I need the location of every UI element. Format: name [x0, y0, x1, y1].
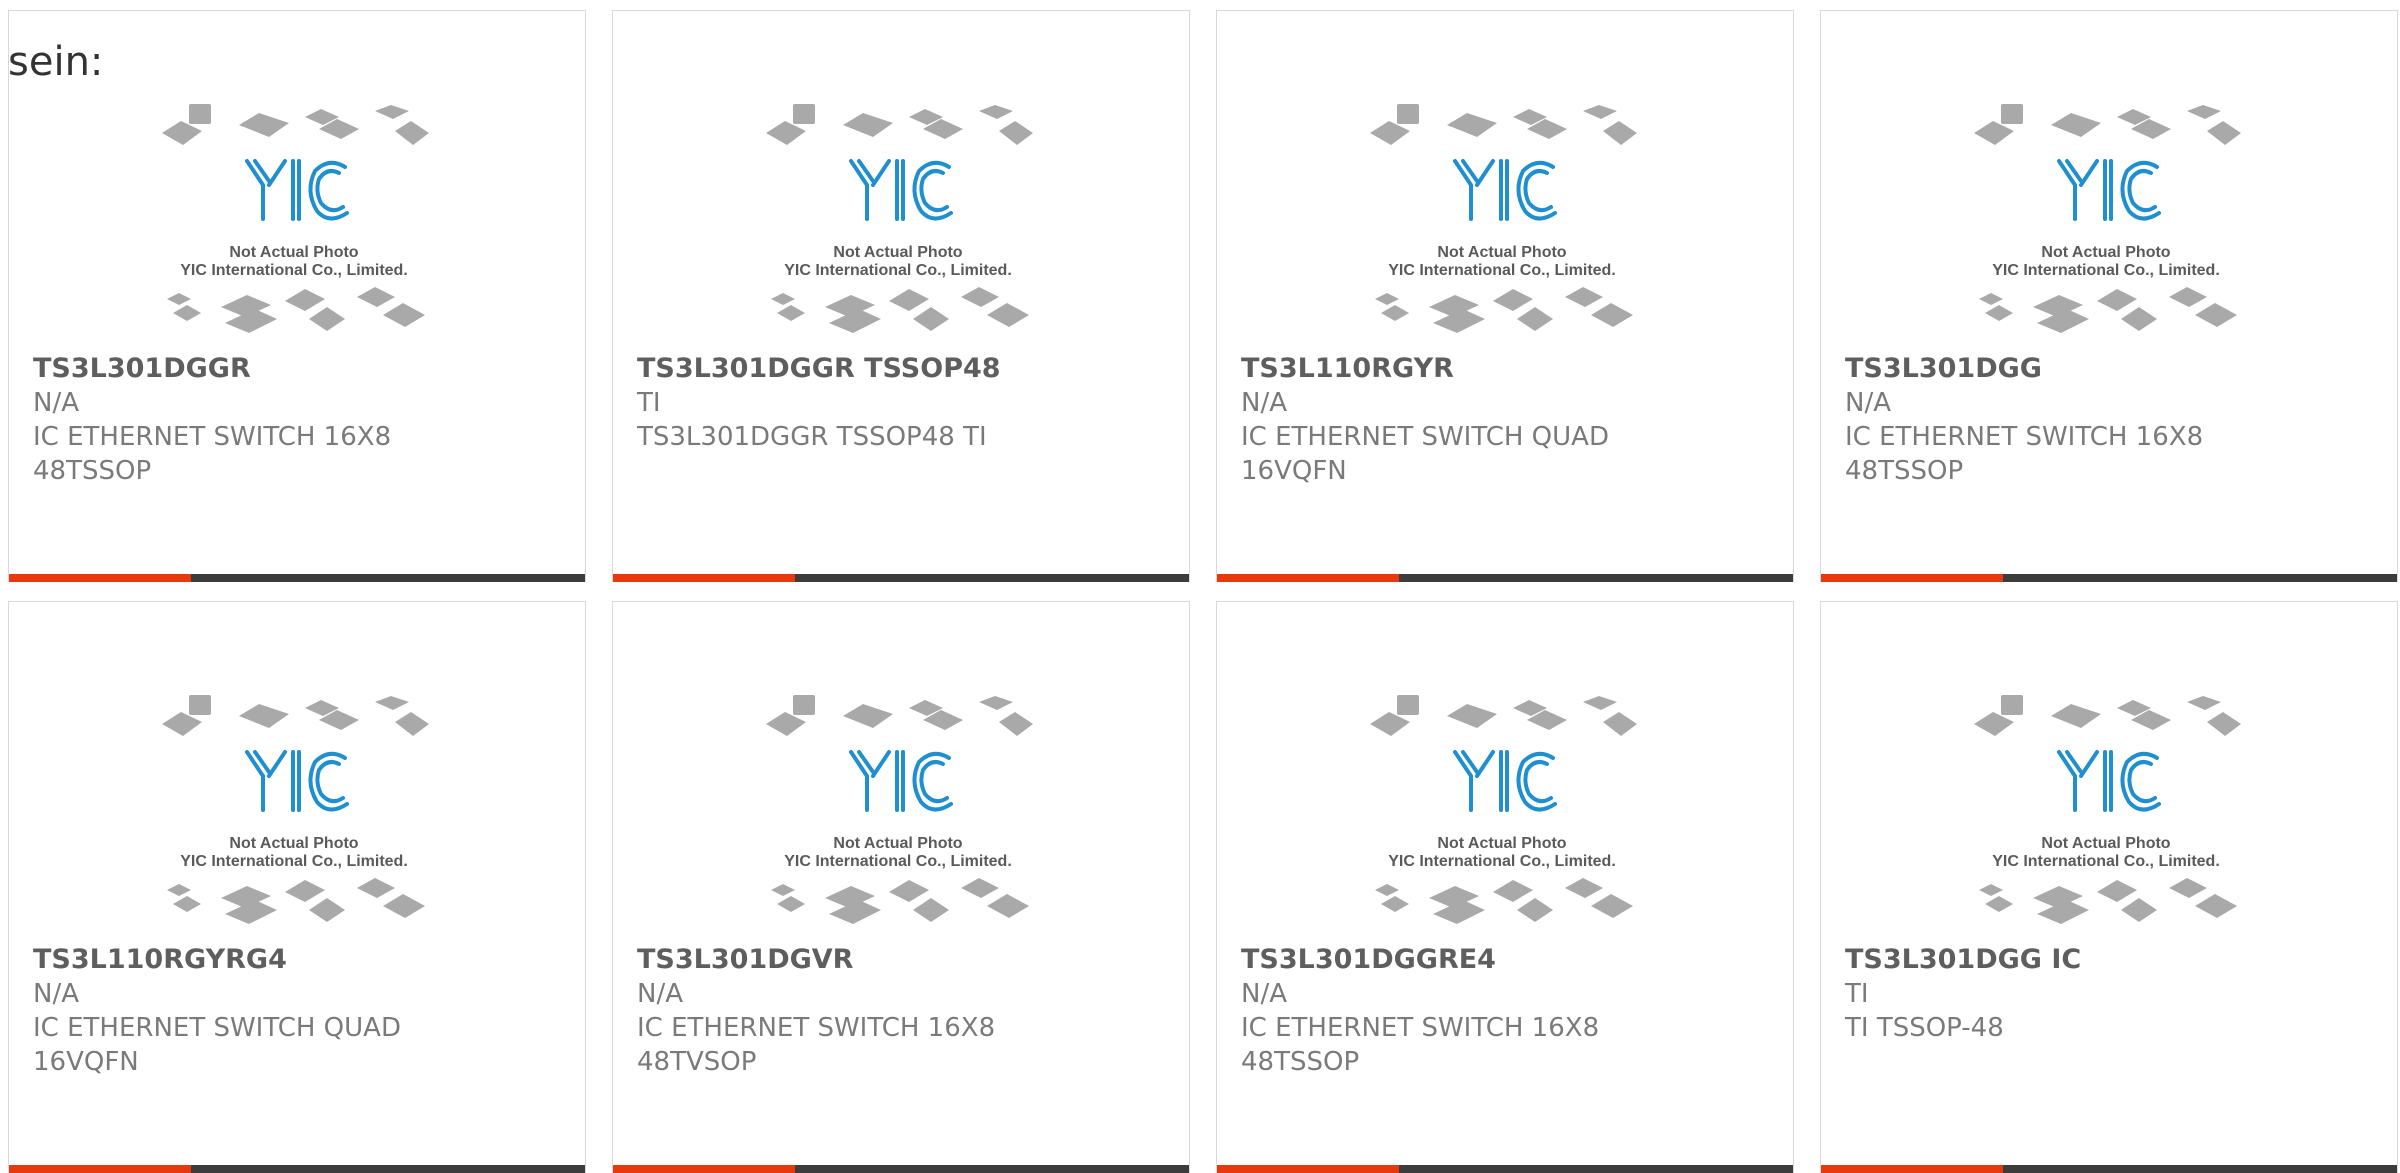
product-info: TS3L301DGG N/A IC ETHERNET SWITCH 16X8 4…: [1845, 352, 2375, 488]
card-bottom-bar: [613, 574, 1189, 582]
watermark-line1: Not Actual Photo: [1437, 244, 1566, 261]
part-number[interactable]: TS3L301DGG: [1845, 352, 2375, 386]
watermark-line2: YIC International Co., Limited.: [1992, 262, 2220, 279]
description-line2: 48TSSOP: [1845, 456, 1964, 486]
watermark-line2: YIC International Co., Limited.: [784, 262, 1012, 279]
description-line2: 48TSSOP: [1241, 1047, 1360, 1077]
part-number[interactable]: TS3L301DGGR TSSOP48: [637, 352, 1167, 386]
description-line1: TS3L301DGGR TSSOP48 TI: [637, 422, 987, 452]
card-accent-bar: [1821, 574, 2003, 582]
part-number[interactable]: TS3L301DGG IC: [1845, 943, 2375, 977]
part-number[interactable]: TS3L301DGGRE4: [1241, 943, 1771, 977]
manufacturer: N/A: [1241, 388, 1287, 418]
card-accent-bar: [9, 574, 191, 582]
description-line1: IC ETHERNET SWITCH 16X8: [1241, 1013, 1600, 1043]
product-card[interactable]: Not Actual Photo YIC International Co., …: [8, 601, 586, 1173]
watermark-line1: Not Actual Photo: [833, 244, 962, 261]
card-bottom-bar: [1821, 574, 2397, 582]
not-actual-photo-image: Not Actual Photo YIC International Co., …: [1370, 104, 1637, 333]
not-actual-photo-image: Not Actual Photo YIC International Co., …: [1370, 695, 1637, 924]
product-card[interactable]: Not Actual Photo YIC International Co., …: [1216, 10, 1794, 582]
product-info: TS3L110RGYR N/A IC ETHERNET SWITCH QUAD …: [1241, 352, 1771, 488]
not-actual-photo-image: Not Actual Photo YIC International Co., …: [162, 104, 429, 333]
not-actual-photo-image: Not Actual Photo YIC International Co., …: [1974, 104, 2241, 333]
watermark-line1: Not Actual Photo: [2041, 244, 2170, 261]
description-line1: IC ETHERNET SWITCH QUAD: [1241, 422, 1609, 452]
manufacturer: N/A: [33, 388, 79, 418]
product-info: TS3L301DGGR TSSOP48 TI TS3L301DGGR TSSOP…: [637, 352, 1167, 454]
part-number[interactable]: TS3L301DGVR: [637, 943, 1167, 977]
card-bottom-bar: [9, 574, 585, 582]
not-actual-photo-image: Not Actual Photo YIC International Co., …: [162, 695, 429, 924]
part-number[interactable]: TS3L110RGYR: [1241, 352, 1771, 386]
description-line1: IC ETHERNET SWITCH 16X8: [1845, 422, 2204, 452]
description-line2: 48TVSOP: [637, 1047, 757, 1077]
manufacturer: N/A: [637, 979, 683, 1009]
description-line2: 48TSSOP: [33, 456, 152, 486]
watermark-line2: YIC International Co., Limited.: [1388, 262, 1616, 279]
card-bottom-bar: [1217, 574, 1793, 582]
manufacturer: N/A: [1241, 979, 1287, 1009]
product-info: TS3L110RGYRG4 N/A IC ETHERNET SWITCH QUA…: [33, 943, 563, 1079]
product-info: TS3L301DGGRE4 N/A IC ETHERNET SWITCH 16X…: [1241, 943, 1771, 1079]
description-line2: 16VQFN: [1241, 456, 1347, 486]
description-line1: IC ETHERNET SWITCH QUAD: [33, 1013, 401, 1043]
intro-text: sein:: [8, 39, 104, 85]
watermark-line1: Not Actual Photo: [833, 835, 962, 852]
description-line1: IC ETHERNET SWITCH 16X8: [637, 1013, 996, 1043]
manufacturer: N/A: [33, 979, 79, 1009]
card-accent-bar: [613, 574, 795, 582]
part-number[interactable]: TS3L110RGYRG4: [33, 943, 563, 977]
watermark-line2: YIC International Co., Limited.: [180, 853, 408, 870]
description-line2: 16VQFN: [33, 1047, 139, 1077]
watermark-line2: YIC International Co., Limited.: [1388, 853, 1616, 870]
watermark-line1: Not Actual Photo: [2041, 835, 2170, 852]
product-card[interactable]: Not Actual Photo YIC International Co., …: [612, 10, 1190, 582]
watermark-line2: YIC International Co., Limited.: [180, 262, 408, 279]
product-card[interactable]: Not Actual Photo YIC International Co., …: [612, 601, 1190, 1173]
watermark-line2: YIC International Co., Limited.: [784, 853, 1012, 870]
watermark-line1: Not Actual Photo: [229, 244, 358, 261]
card-accent-bar: [1217, 574, 1399, 582]
product-card[interactable]: Not Actual Photo YIC International Co., …: [1820, 601, 2398, 1173]
watermark-line2: YIC International Co., Limited.: [1992, 853, 2220, 870]
not-actual-photo-image: Not Actual Photo YIC International Co., …: [766, 104, 1033, 333]
watermark-line1: Not Actual Photo: [1437, 835, 1566, 852]
not-actual-photo-image: Not Actual Photo YIC International Co., …: [766, 695, 1033, 924]
product-info: TS3L301DGG IC TI TI TSSOP-48: [1845, 943, 2375, 1045]
product-info: TS3L301DGGR N/A IC ETHERNET SWITCH 16X8 …: [33, 352, 563, 488]
description-line1: TI TSSOP-48: [1845, 1013, 2004, 1043]
description-line1: IC ETHERNET SWITCH 16X8: [33, 422, 392, 452]
not-actual-photo-image: Not Actual Photo YIC International Co., …: [1974, 695, 2241, 924]
product-card[interactable]: Not Actual Photo YIC International Co., …: [1820, 10, 2398, 582]
product-info: TS3L301DGVR N/A IC ETHERNET SWITCH 16X8 …: [637, 943, 1167, 1079]
manufacturer: TI: [1845, 979, 1869, 1009]
manufacturer: N/A: [1845, 388, 1891, 418]
watermark-line1: Not Actual Photo: [229, 835, 358, 852]
product-card[interactable]: Not Actual Photo YIC International Co., …: [8, 10, 586, 582]
manufacturer: TI: [637, 388, 661, 418]
product-card[interactable]: Not Actual Photo YIC International Co., …: [1216, 601, 1794, 1173]
part-number[interactable]: TS3L301DGGR: [33, 352, 563, 386]
